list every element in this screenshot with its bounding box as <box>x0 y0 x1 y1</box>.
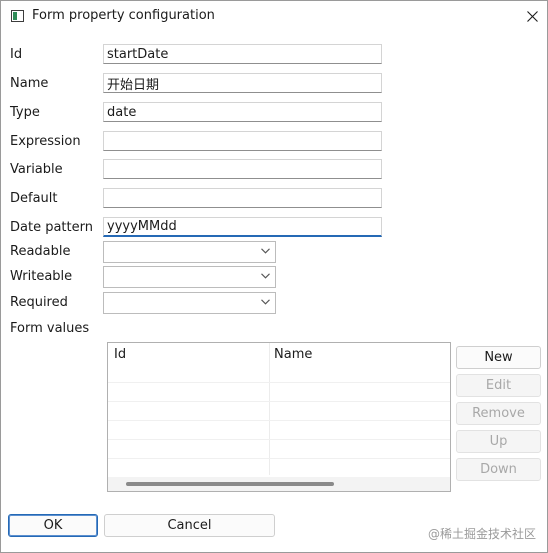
column-header-name[interactable]: Name <box>274 347 312 362</box>
up-button[interactable]: Up <box>456 430 541 453</box>
dialog-window: Form property configuration Id Name Type… <box>0 0 548 553</box>
horizontal-scrollbar[interactable] <box>108 477 450 491</box>
id-label: Id <box>10 47 23 62</box>
form-values-table[interactable]: Id Name <box>107 342 451 492</box>
table-row-line <box>108 382 450 383</box>
remove-button[interactable]: Remove <box>456 402 541 425</box>
variable-label: Variable <box>10 162 63 177</box>
table-row-line <box>108 420 450 421</box>
new-button[interactable]: New <box>456 346 541 369</box>
date-pattern-field[interactable] <box>103 217 382 237</box>
type-field[interactable] <box>103 102 382 122</box>
form-values-label: Form values <box>10 321 90 336</box>
ok-button[interactable]: OK <box>8 514 98 537</box>
readable-select[interactable] <box>103 241 276 263</box>
table-row-line <box>108 458 450 459</box>
chevron-down-icon <box>261 299 270 305</box>
name-label: Name <box>10 76 49 91</box>
table-row-line <box>108 401 450 402</box>
down-button[interactable]: Down <box>456 458 541 481</box>
required-select[interactable] <box>103 292 276 314</box>
default-label: Default <box>10 191 58 206</box>
watermark-text: @稀土掘金技术社区 <box>428 527 537 541</box>
date-pattern-label: Date pattern <box>10 220 93 235</box>
chevron-down-icon <box>261 273 270 279</box>
chevron-down-icon <box>261 248 270 254</box>
table-row-line <box>108 439 450 440</box>
variable-field[interactable] <box>103 159 382 179</box>
column-header-id[interactable]: Id <box>114 347 126 362</box>
window-app-icon <box>11 10 24 22</box>
id-field[interactable] <box>103 44 382 64</box>
writeable-label: Writeable <box>10 269 73 284</box>
cancel-button[interactable]: Cancel <box>104 514 275 537</box>
expression-field[interactable] <box>103 131 382 151</box>
required-label: Required <box>10 295 68 310</box>
scrollbar-thumb[interactable] <box>126 482 334 486</box>
type-label: Type <box>10 105 40 120</box>
close-icon[interactable] <box>521 5 543 27</box>
default-field[interactable] <box>103 188 382 208</box>
title-bar: Form property configuration <box>1 1 547 33</box>
name-field[interactable] <box>103 73 382 93</box>
column-divider <box>269 343 270 475</box>
window-title: Form property configuration <box>32 8 215 23</box>
edit-button[interactable]: Edit <box>456 374 541 397</box>
writeable-select[interactable] <box>103 266 276 288</box>
readable-label: Readable <box>10 244 71 259</box>
expression-label: Expression <box>10 134 81 149</box>
